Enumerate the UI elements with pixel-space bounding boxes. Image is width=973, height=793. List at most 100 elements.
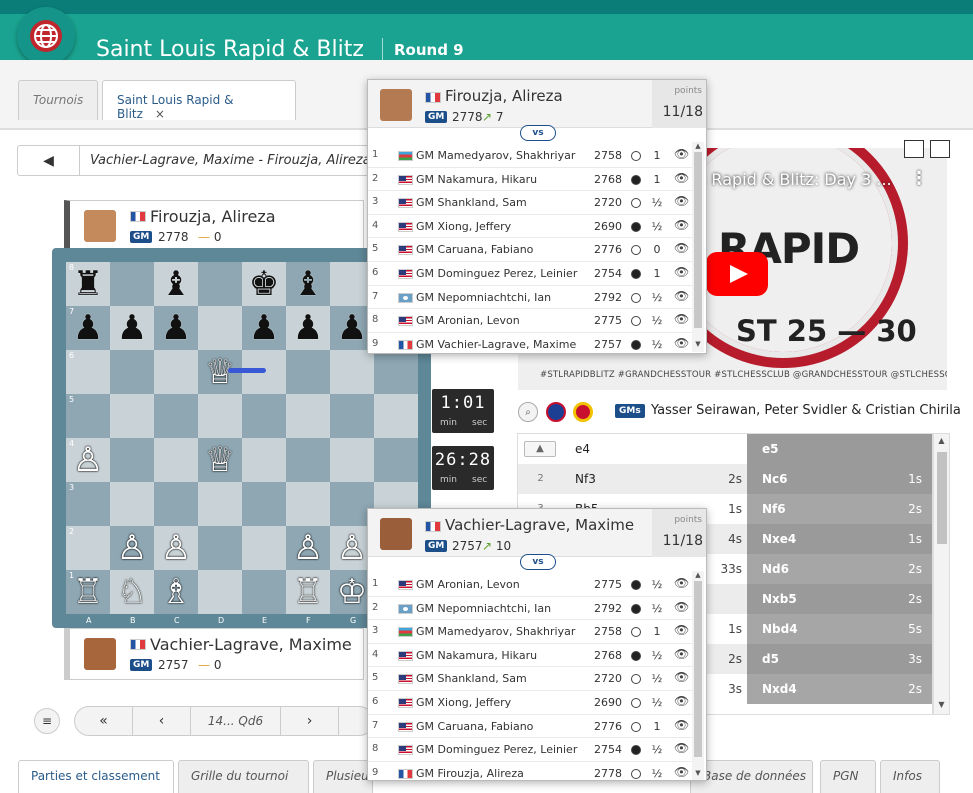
square-f6[interactable] (286, 350, 330, 394)
chess-piece[interactable]: ♙ (161, 531, 191, 565)
square-c7[interactable]: ♟ (154, 306, 198, 350)
opponent-row[interactable]: 3 GM Shankland, Sam 2720 ½ 👁 (368, 191, 692, 215)
square-a4[interactable]: ♙ 4 (66, 438, 110, 482)
chess-piece[interactable]: ♟ (293, 311, 323, 345)
tab-saint-louis[interactable]: Saint Louis Rapid & Blitz × (102, 80, 296, 121)
square-e2[interactable] (242, 526, 286, 570)
first-move-button[interactable]: « (75, 707, 133, 735)
square-a5[interactable]: 5 (66, 394, 110, 438)
tab-parties[interactable]: Parties et classement (18, 760, 174, 793)
square-d7[interactable] (198, 306, 242, 350)
opponent-row[interactable]: 2 GM Nakamura, Hikaru 2768 1 👁 (368, 168, 692, 192)
square-c3[interactable] (154, 482, 198, 526)
opponent-row[interactable]: 7 GM Caruana, Fabiano 2776 1 👁 (368, 715, 692, 739)
square-a2[interactable]: 2 (66, 526, 110, 570)
chess-piece[interactable]: ♟ (117, 311, 147, 345)
chess-piece[interactable]: ♙ (337, 531, 367, 565)
chess-piece[interactable]: ♕ (205, 443, 235, 477)
chessboard[interactable]: ♜ 8 ♝ ♚ ♝ ♟ 7 ♟ ♟ ♟ ♟ ♟ 6 ♕ 5 ♙ 4 ♕ 3 2 ♙ ♙ ♙ ♙ ♖ 1 ♘ ♗ ♖ ♔ (66, 262, 418, 614)
scroll-down-icon[interactable]: ▼ (692, 769, 704, 777)
square-c4[interactable] (154, 438, 198, 482)
player-card-top[interactable]: Firouzja, Alireza GM 2778 — 0 (64, 200, 364, 250)
square-g5[interactable] (330, 394, 374, 438)
square-b4[interactable] (110, 438, 154, 482)
eye-icon[interactable]: 👁 (674, 694, 689, 708)
next-move-button[interactable]: › (281, 707, 339, 735)
eye-icon[interactable]: 👁 (674, 336, 689, 350)
scroll-up-icon[interactable]: ▲ (934, 436, 949, 445)
opponent-row[interactable]: 9 GM Firouzja, Alireza 2778 ½ 👁 (368, 762, 692, 780)
square-b6[interactable] (110, 350, 154, 394)
chess-piece[interactable]: ♖ (293, 575, 323, 609)
chess-piece[interactable]: ♔ (337, 575, 367, 609)
scroll-thumb[interactable] (694, 152, 702, 328)
square-b1[interactable]: ♘ (110, 570, 154, 614)
chess-piece[interactable]: ♚ (249, 267, 279, 301)
opponent-row[interactable]: 1 GM Mamedyarov, Shakhriyar 2758 1 👁 (368, 144, 692, 168)
black-move[interactable]: e5 (747, 434, 932, 464)
square-h5[interactable] (374, 394, 418, 438)
tab-base-de-donnees[interactable]: Base de données (690, 760, 813, 793)
menu-icon[interactable]: ≡ (34, 708, 60, 734)
scroll-thumb[interactable] (937, 452, 947, 544)
eye-icon[interactable]: 👁 (674, 265, 689, 279)
square-e4[interactable] (242, 438, 286, 482)
eye-icon[interactable]: 👁 (674, 765, 689, 779)
square-d4[interactable]: ♕ (198, 438, 242, 482)
eye-icon[interactable]: 👁 (674, 218, 689, 232)
eye-icon[interactable]: 👁 (674, 670, 689, 684)
popup-scrollbar[interactable]: ▲ ▼ (692, 142, 704, 352)
square-e8[interactable]: ♚ (242, 262, 286, 306)
eye-icon[interactable]: 👁 (674, 600, 689, 614)
square-d1[interactable] (198, 570, 242, 614)
flag-uk-icon[interactable] (546, 402, 566, 422)
square-f5[interactable] (286, 394, 330, 438)
square-h6[interactable] (374, 350, 418, 394)
maximize-video-icon[interactable] (930, 140, 950, 158)
chess-piece[interactable]: ♙ (117, 531, 147, 565)
eye-icon[interactable]: 👁 (674, 647, 689, 661)
square-b5[interactable] (110, 394, 154, 438)
scroll-down-icon[interactable]: ▼ (692, 340, 704, 348)
moves-scrollbar[interactable]: ▲ ▼ (933, 433, 950, 715)
tab-tournois[interactable]: Tournois (18, 80, 98, 120)
square-a3[interactable]: 3 (66, 482, 110, 526)
chess-piece[interactable]: ♙ (293, 531, 323, 565)
close-icon[interactable]: × (155, 107, 165, 121)
tab-grille[interactable]: Grille du tournoi (178, 760, 309, 793)
opponent-row[interactable]: 3 GM Mamedyarov, Shakhriyar 2758 1 👁 (368, 620, 692, 644)
square-e5[interactable] (242, 394, 286, 438)
square-b3[interactable] (110, 482, 154, 526)
prev-move-button[interactable]: ‹ (133, 707, 191, 735)
square-b2[interactable]: ♙ (110, 526, 154, 570)
chess-piece[interactable]: ♟ (161, 311, 191, 345)
minimize-video-icon[interactable] (904, 140, 924, 158)
square-e3[interactable] (242, 482, 286, 526)
eye-icon[interactable]: 👁 (674, 718, 689, 732)
chess-piece[interactable]: ♟ (249, 311, 279, 345)
chess-piece[interactable]: ♝ (161, 267, 191, 301)
square-a1[interactable]: ♖ 1 (66, 570, 110, 614)
opponent-row[interactable]: 5 GM Caruana, Fabiano 2776 0 👁 (368, 238, 692, 262)
square-c1[interactable]: ♗ (154, 570, 198, 614)
square-h4[interactable] (374, 438, 418, 482)
player-card-bottom[interactable]: Vachier-Lagrave, Maxime GM 2757 — 0 (64, 628, 364, 680)
eye-icon[interactable]: 👁 (674, 741, 689, 755)
eye-icon[interactable]: 👁 (674, 194, 689, 208)
eye-icon[interactable]: 👁 (674, 241, 689, 255)
collapse-icon[interactable]: ▲ (524, 441, 556, 457)
white-move[interactable]: e4 (563, 434, 747, 464)
scroll-up-icon[interactable]: ▲ (692, 571, 704, 579)
square-c8[interactable]: ♝ (154, 262, 198, 306)
commentary-settings-icon[interactable]: ⌕ (518, 402, 538, 422)
square-f3[interactable] (286, 482, 330, 526)
chess-piece[interactable]: ♘ (117, 575, 147, 609)
more-options-icon[interactable]: ⋮ (910, 168, 928, 189)
opponent-row[interactable]: 8 GM Aronian, Levon 2775 ½ 👁 (368, 309, 692, 333)
back-arrow-icon[interactable]: ◀ (18, 146, 80, 175)
square-f2[interactable]: ♙ (286, 526, 330, 570)
scroll-up-icon[interactable]: ▲ (692, 142, 704, 150)
opponent-row[interactable]: 9 GM Vachier-Lagrave, Maxime 2757 ½ 👁 (368, 333, 692, 353)
square-f1[interactable]: ♖ (286, 570, 330, 614)
square-d8[interactable] (198, 262, 242, 306)
